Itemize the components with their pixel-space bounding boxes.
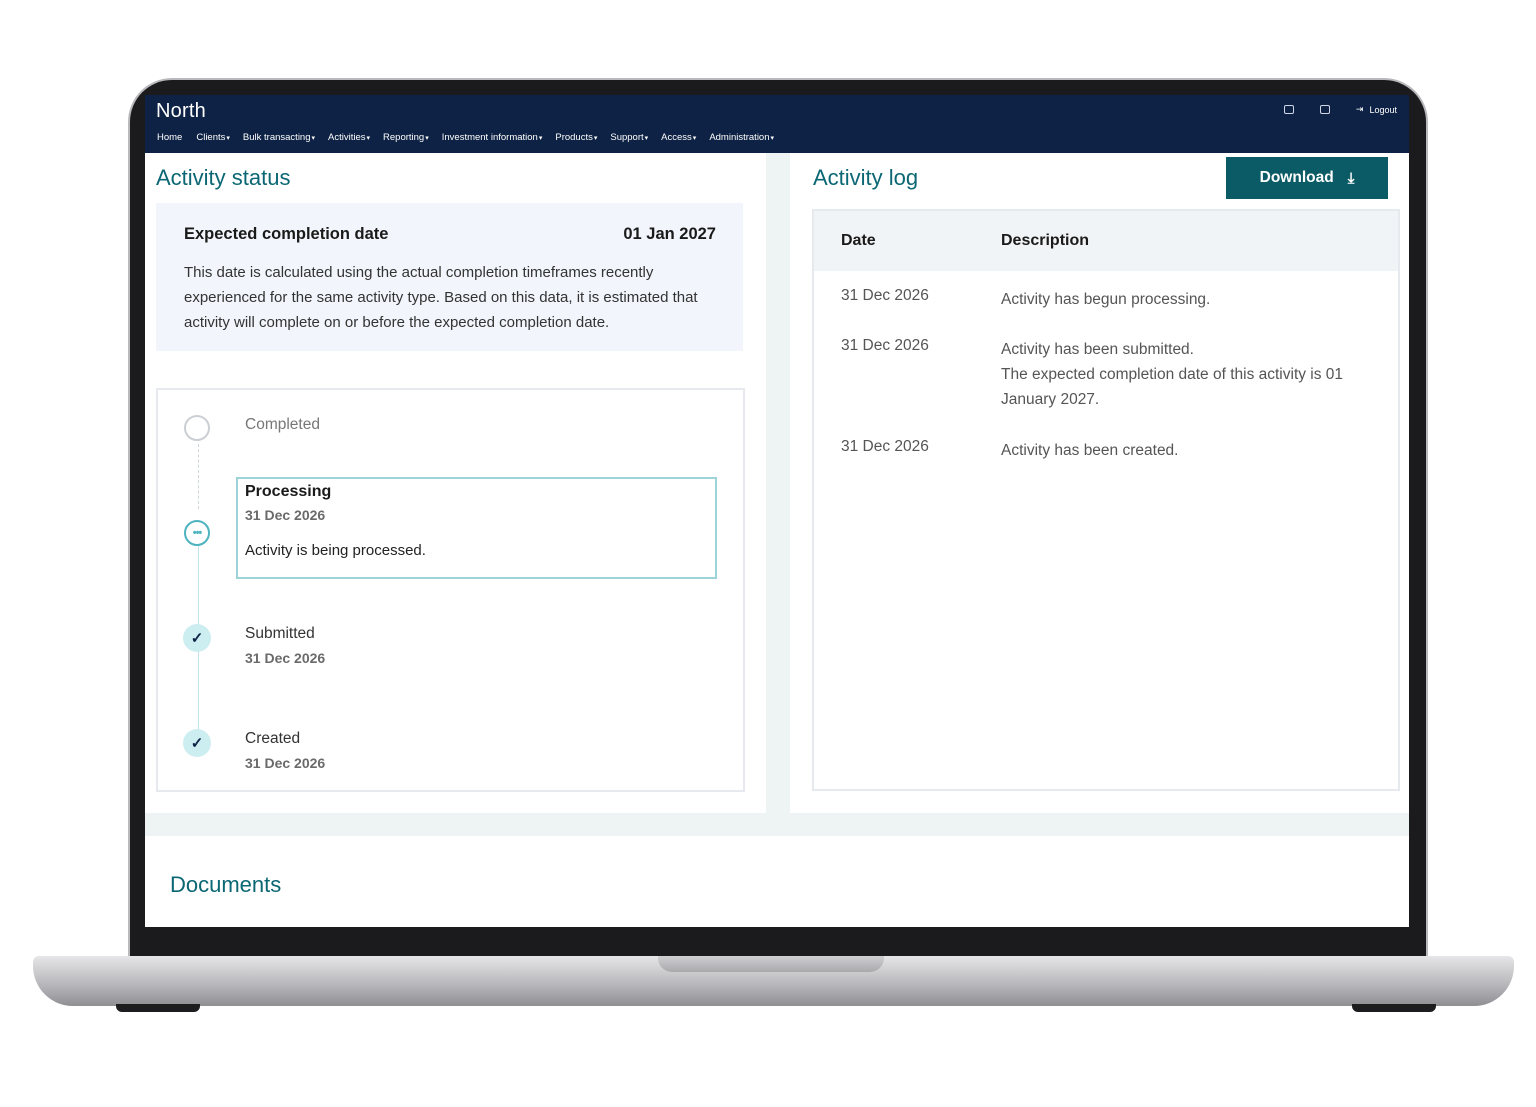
top-utility-icons: ⇥ Logout [1283, 104, 1397, 115]
chevron-down-icon: ▾ [593, 135, 598, 142]
chevron-down-icon: ▾ [226, 135, 230, 142]
main-content: Activity status Expected completion date… [145, 153, 1409, 927]
checkmark-icon: ✓ [183, 729, 211, 757]
download-label: Download [1259, 169, 1334, 186]
table-header: Date Description [814, 211, 1398, 271]
laptop-notch [658, 956, 884, 972]
expected-completion-label: Expected completion date [184, 225, 389, 243]
main-nav: Home Clients▾ Bulk transacting▾ Activiti… [157, 132, 787, 143]
nav-item-bulk-transacting[interactable]: Bulk transacting▾ [243, 132, 315, 143]
activity-log-title: Activity log [813, 165, 919, 190]
search-icon[interactable] [1283, 105, 1294, 114]
nav-item-clients[interactable]: Clients▾ [196, 132, 230, 143]
chevron-down-icon: ▾ [770, 135, 775, 142]
row-description: Activity has begun processing. [1001, 291, 1211, 308]
step-created-date: 31 Dec 2026 [245, 755, 326, 771]
nav-item-reporting[interactable]: Reporting▾ [383, 132, 429, 143]
activity-log-table: Date Description 31 Dec 2026 Activity ha… [812, 209, 1400, 791]
step-processing-date: 31 Dec 2026 [245, 507, 326, 523]
step-processing-label: Processing [245, 483, 332, 500]
step-processing-description: Activity is being processed. [245, 542, 426, 559]
laptop-foot [116, 1004, 200, 1012]
message-icon[interactable] [1319, 105, 1330, 114]
activity-status-title: Activity status [156, 165, 291, 190]
chevron-down-icon: ▾ [425, 135, 429, 142]
chevron-down-icon: ▾ [692, 135, 697, 142]
expected-completion-box: Expected completion date 01 Jan 2027 Thi… [156, 203, 743, 351]
activity-log-panel: Activity log Download ⤓ Date Description… [790, 153, 1409, 813]
column-header-description: Description [1001, 232, 1090, 249]
row-description: Activity has been created. [1001, 442, 1179, 459]
step-created-label: Created [245, 730, 301, 747]
row-date: 31 Dec 2026 [841, 287, 929, 304]
checkmark-icon: ✓ [183, 624, 211, 652]
step-completed-label: Completed [245, 416, 320, 433]
nav-item-access[interactable]: Access▾ [661, 132, 696, 143]
logo[interactable]: North [156, 100, 206, 123]
step-submitted-date: 31 Dec 2026 [245, 650, 326, 666]
step-processing-card: Processing 31 Dec 2026 Activity is being… [236, 477, 717, 579]
screen: North Home Clients▾ Bulk transacting▾ Ac… [145, 95, 1409, 927]
step-submitted-label: Submitted [245, 625, 315, 642]
chevron-down-icon: ▾ [311, 135, 316, 142]
activity-status-panel: Activity status Expected completion date… [145, 153, 766, 813]
nav-item-investment-information[interactable]: Investment information▾ [442, 132, 543, 143]
nav-item-support[interactable]: Support▾ [610, 132, 648, 143]
laptop-bezel [130, 927, 1426, 957]
pending-step-icon [184, 415, 210, 441]
logout-button[interactable]: ⇥ Logout [1356, 104, 1397, 115]
chevron-down-icon: ▾ [644, 135, 649, 142]
laptop-foot [1352, 1004, 1436, 1012]
documents-section: Documents [145, 836, 1409, 927]
in-progress-icon: ••• [184, 520, 210, 546]
logout-label: Logout [1369, 104, 1397, 115]
expected-completion-explanation: This date is calculated using the actual… [184, 264, 698, 331]
download-icon: ⤓ [1347, 169, 1355, 187]
download-button[interactable]: Download ⤓ [1226, 157, 1388, 199]
nav-item-products[interactable]: Products▾ [555, 132, 597, 143]
nav-item-administration[interactable]: Administration▾ [709, 132, 774, 143]
column-header-date: Date [841, 232, 876, 249]
timeline-connector-pending [198, 444, 199, 509]
documents-title: Documents [170, 872, 282, 897]
expected-completion-date: 01 Jan 2027 [623, 225, 716, 243]
top-navigation-bar: North Home Clients▾ Bulk transacting▾ Ac… [145, 95, 1409, 153]
row-description: Activity has been submitted. The expecte… [1001, 341, 1344, 408]
logout-icon: ⇥ [1355, 104, 1364, 114]
chevron-down-icon: ▾ [538, 135, 543, 142]
nav-item-activities[interactable]: Activities▾ [328, 132, 370, 143]
row-date: 31 Dec 2026 [841, 438, 929, 455]
status-timeline: Completed ••• Processing 31 Dec 2026 Act… [156, 388, 745, 792]
chevron-down-icon: ▾ [366, 135, 371, 142]
nav-item-home[interactable]: Home [157, 132, 183, 143]
row-date: 31 Dec 2026 [841, 337, 929, 354]
